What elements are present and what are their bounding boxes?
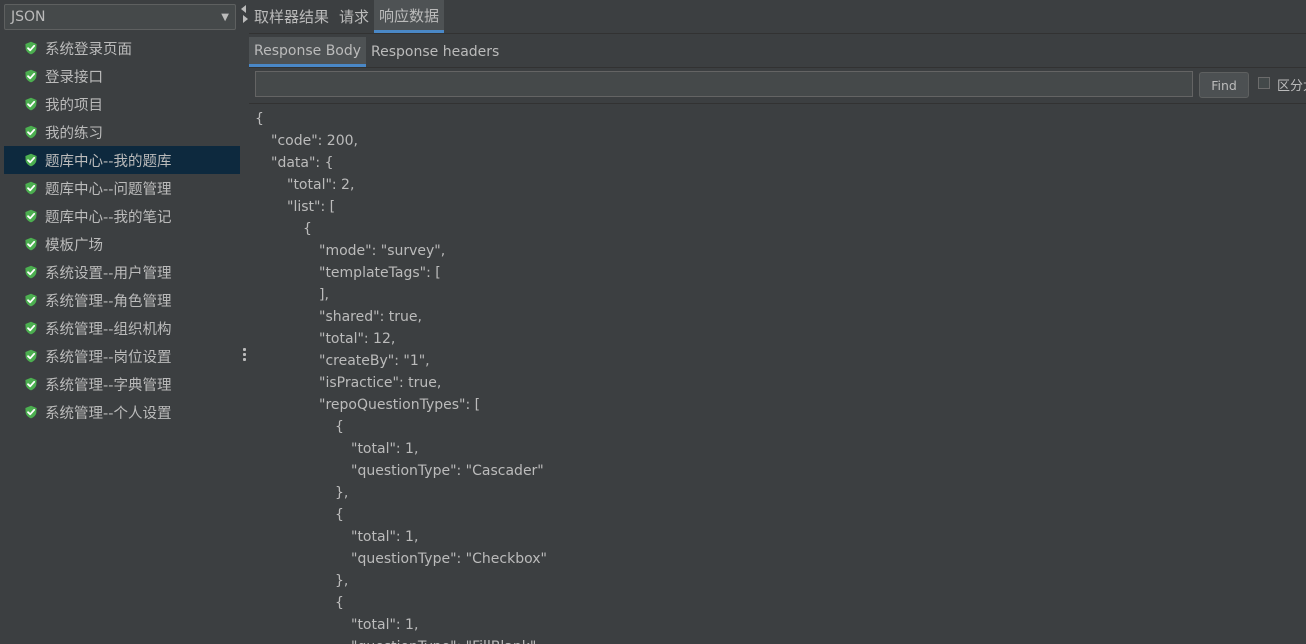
json-line: { xyxy=(303,221,312,237)
tree-item-label: 系统管理--角色管理 xyxy=(45,293,172,310)
tree-item-label: 题库中心--我的笔记 xyxy=(45,209,172,226)
success-check-icon xyxy=(24,125,38,139)
json-line: { xyxy=(335,595,344,611)
json-line: "createBy": "1", xyxy=(319,353,430,369)
tree-item-label: 我的练习 xyxy=(45,125,103,142)
divider xyxy=(249,33,1306,34)
json-line: "total": 12, xyxy=(319,331,396,347)
tree-item-label: 登录接口 xyxy=(45,69,103,86)
success-check-icon xyxy=(24,237,38,251)
json-line: "total": 1, xyxy=(351,617,419,633)
tree-item[interactable]: 我的项目 xyxy=(0,90,240,118)
case-sensitive-checkbox[interactable] xyxy=(1258,77,1270,89)
success-check-icon xyxy=(24,293,38,307)
tab-sampler-result[interactable]: 取样器结果 xyxy=(249,0,334,33)
success-check-icon xyxy=(24,321,38,335)
result-detail-panel: 取样器结果 请求 响应数据 Response Body Response hea… xyxy=(249,0,1306,644)
splitter-grip-icon[interactable] xyxy=(243,348,246,363)
divider xyxy=(249,67,1306,68)
renderer-selected-value: JSON xyxy=(11,9,46,25)
tree-item-label: 题库中心--我的题库 xyxy=(45,153,172,170)
tree-item-label: 系统管理--组织机构 xyxy=(45,321,172,338)
response-body-text[interactable]: { "code": 200, "data": { "total": 2, "list":… xyxy=(255,108,1306,644)
tree-item[interactable]: 系统管理--岗位设置 xyxy=(0,342,240,370)
json-line: "code": 200, xyxy=(271,133,358,149)
json-line: "total": 1, xyxy=(351,441,419,457)
json-line: }, xyxy=(335,573,349,589)
tab-response-body[interactable]: Response Body xyxy=(249,37,367,67)
success-check-icon xyxy=(24,69,38,83)
success-check-icon xyxy=(24,209,38,223)
success-check-icon xyxy=(24,181,38,195)
json-line: { xyxy=(335,419,344,435)
json-line: { xyxy=(255,111,264,127)
panel-splitter[interactable] xyxy=(240,0,249,644)
json-line: }, xyxy=(335,485,349,501)
renderer-dropdown[interactable]: JSON ▼ xyxy=(4,4,236,30)
tree-item[interactable]: 系统登录页面 xyxy=(0,34,240,62)
sampler-result-tree: 系统登录页面 登录接口我的项目我的练习题库中心--我的题库 题库中心--问题管理 题库… xyxy=(0,34,240,426)
json-line: "templateTags": [ xyxy=(319,265,441,281)
tree-item[interactable]: 系统管理--组织机构 xyxy=(0,314,240,342)
tree-item[interactable]: 系统管理--个人设置 xyxy=(0,398,240,426)
collapse-right-arrow-icon[interactable] xyxy=(243,15,248,23)
tree-item[interactable]: 模板广场 xyxy=(0,230,240,258)
response-subtabs: Response Body Response headers xyxy=(249,37,504,67)
json-line: ], xyxy=(319,287,329,303)
tree-item-label: 模板广场 xyxy=(45,237,103,254)
tree-item[interactable]: 登录接口 xyxy=(0,62,240,90)
success-check-icon xyxy=(24,97,38,111)
tree-item-label: 题库中心--问题管理 xyxy=(45,181,172,198)
tree-item[interactable]: 题库中心--我的题库 xyxy=(4,146,240,174)
json-line: "list": [ xyxy=(287,199,336,215)
divider xyxy=(249,103,1306,104)
json-line: "questionType": "FillBlank" xyxy=(255,636,1306,644)
json-line: "data": { xyxy=(271,155,334,171)
json-line: "isPractice": true, xyxy=(319,375,442,391)
tree-item[interactable]: 我的练习 xyxy=(0,118,240,146)
json-line: "repoQuestionTypes": [ xyxy=(319,397,481,413)
success-check-icon xyxy=(24,153,38,167)
json-line: "shared": true, xyxy=(319,309,422,325)
chevron-down-icon[interactable]: ▼ xyxy=(221,12,229,23)
tab-request[interactable]: 请求 xyxy=(334,0,374,33)
tree-item[interactable]: 题库中心--问题管理 xyxy=(0,174,240,202)
tree-item-label: 系统管理--字典管理 xyxy=(45,377,172,394)
success-check-icon xyxy=(24,265,38,279)
tab-response-data[interactable]: 响应数据 xyxy=(374,0,445,33)
json-line: "mode": "survey", xyxy=(319,243,446,259)
case-sensitive-label: 区分大小写 xyxy=(1277,79,1306,94)
tree-item-label: 系统登录页面 xyxy=(45,41,132,58)
sampler-tree-panel: JSON ▼ 系统登录页面 登录接口我的项目我的练习题库中心--我的题库 题库中心-… xyxy=(0,0,241,644)
json-line: "questionType": "Cascader" xyxy=(351,463,544,479)
json-line: "total": 2, xyxy=(287,177,355,193)
tree-item-label: 我的项目 xyxy=(45,97,103,114)
tree-item[interactable]: 系统管理--字典管理 xyxy=(0,370,240,398)
json-line: { xyxy=(335,507,344,523)
tree-item-label: 系统管理--岗位设置 xyxy=(45,349,172,366)
success-check-icon xyxy=(24,349,38,363)
success-check-icon xyxy=(24,41,38,55)
search-input[interactable] xyxy=(255,71,1193,97)
json-line: "total": 1, xyxy=(351,529,419,545)
tree-item[interactable]: 系统设置--用户管理 xyxy=(0,258,240,286)
tree-item-label: 系统管理--个人设置 xyxy=(45,405,172,422)
tree-item[interactable]: 题库中心--我的笔记 xyxy=(0,202,240,230)
tab-response-headers[interactable]: Response headers xyxy=(366,37,504,67)
tree-item-label: 系统设置--用户管理 xyxy=(45,265,172,282)
json-line: "questionType": "Checkbox" xyxy=(351,551,547,567)
find-button[interactable]: Find xyxy=(1199,72,1249,98)
collapse-left-arrow-icon[interactable] xyxy=(241,5,246,13)
success-check-icon xyxy=(24,405,38,419)
result-tabs: 取样器结果 请求 响应数据 xyxy=(249,0,445,33)
tree-item[interactable]: 系统管理--角色管理 xyxy=(0,286,240,314)
success-check-icon xyxy=(24,377,38,391)
